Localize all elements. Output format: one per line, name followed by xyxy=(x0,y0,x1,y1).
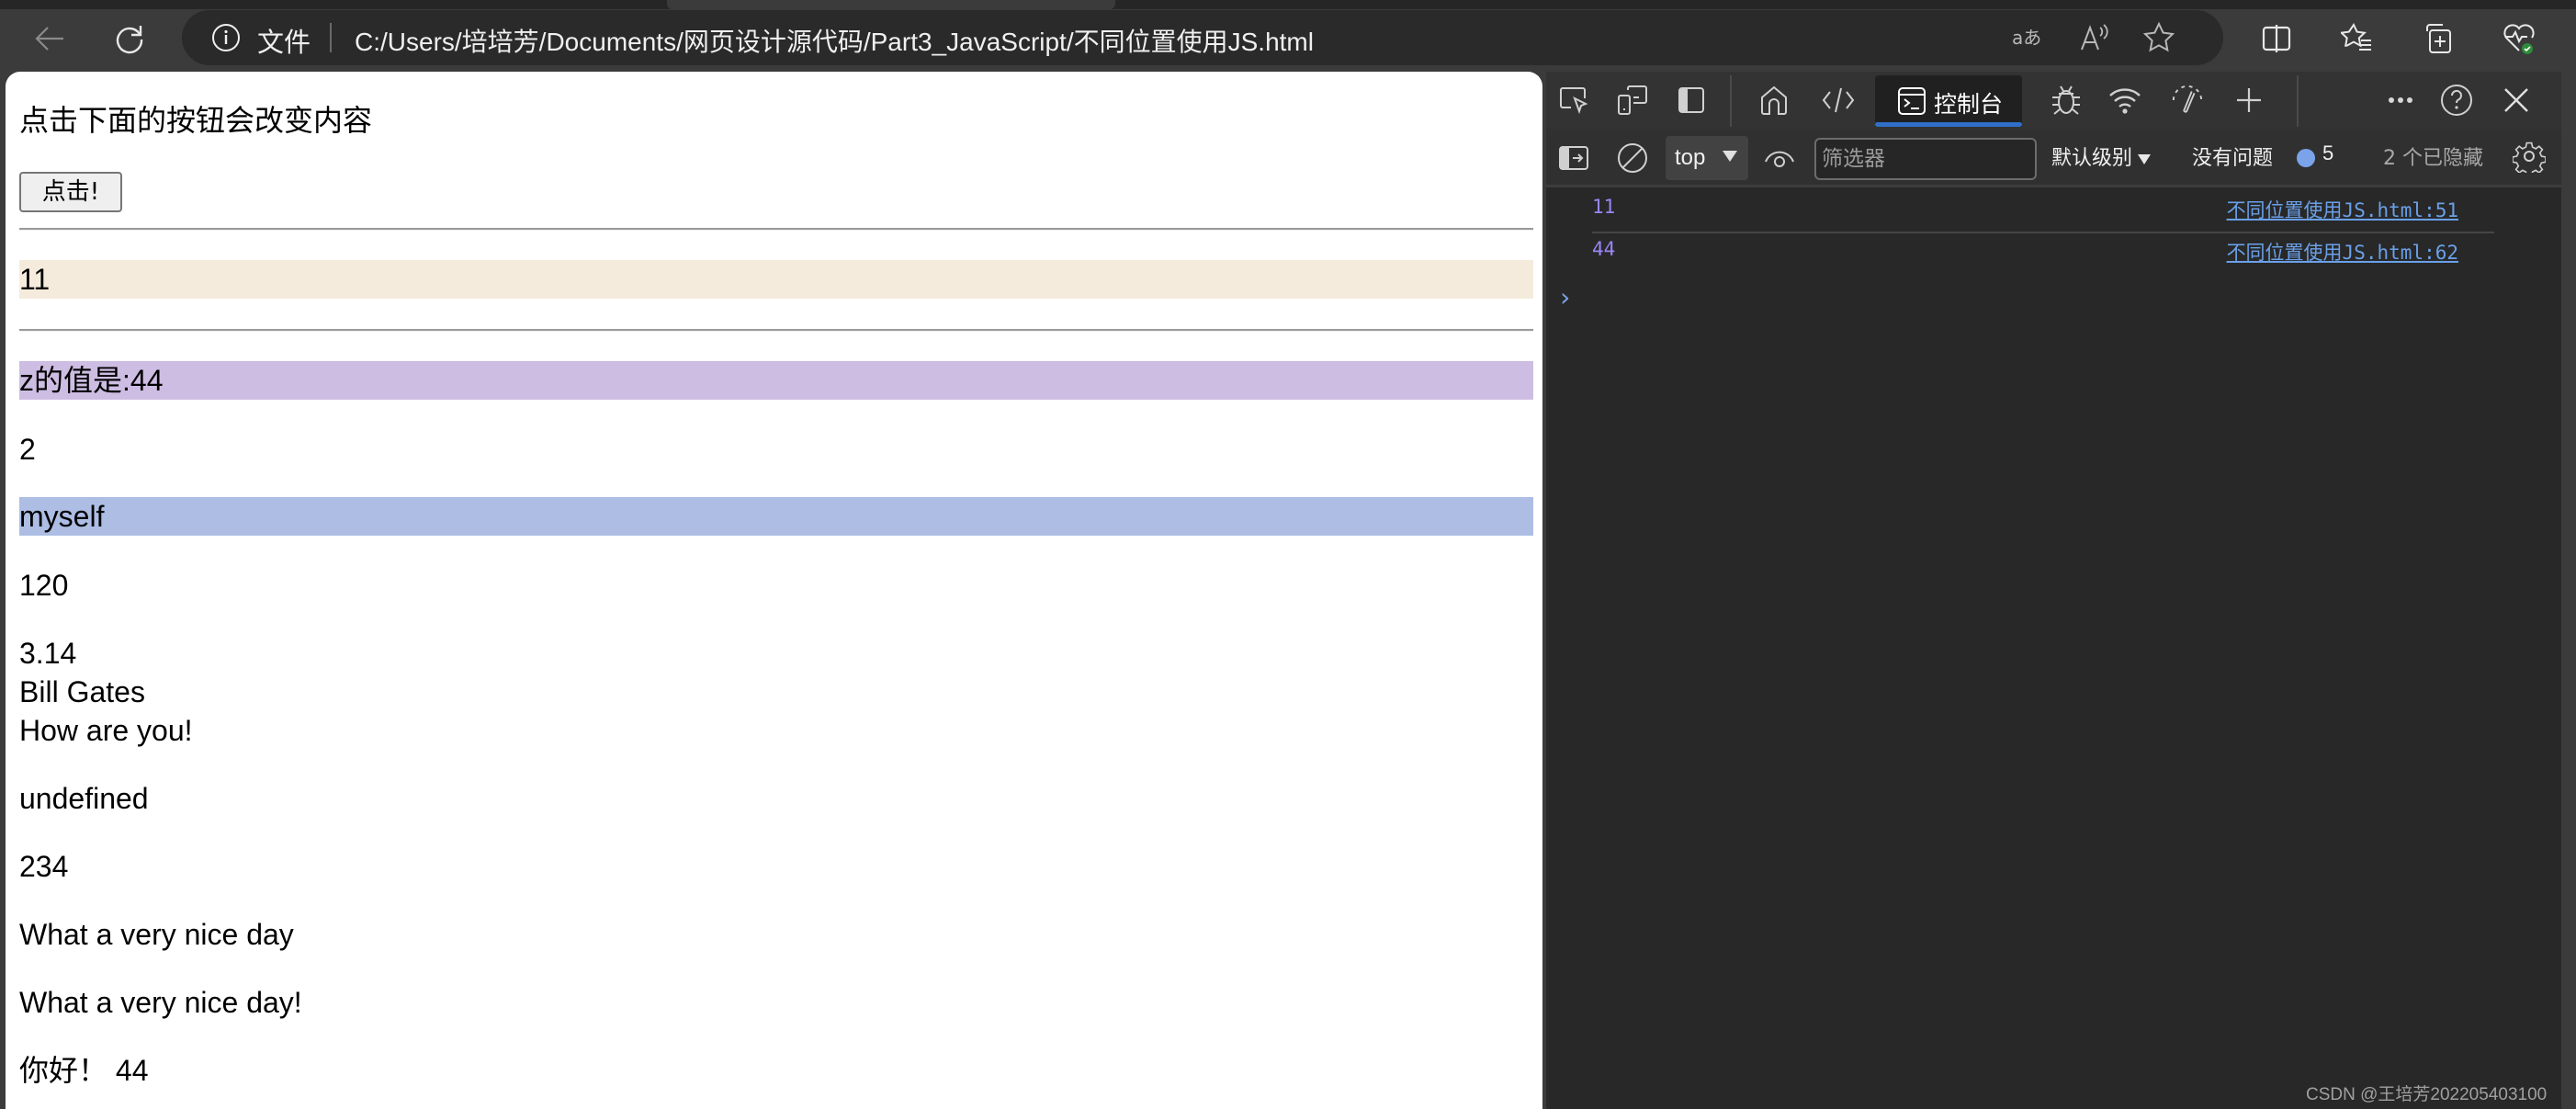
address-separator xyxy=(330,23,332,52)
performance-gauge-icon[interactable] xyxy=(2171,84,2204,117)
network-wifi-icon[interactable] xyxy=(2108,84,2141,117)
issue-count[interactable]: 5 xyxy=(2322,141,2333,165)
intro-text: 点击下面的按钮会改变内容 xyxy=(19,104,373,137)
click-button[interactable]: 点击! xyxy=(19,172,122,212)
x-value-line: 11 xyxy=(19,260,1533,299)
console-toolbar: top 默认级别 没有问题 5 2 个已隐藏 xyxy=(1546,129,2561,187)
active-tab-notch[interactable] xyxy=(667,0,1115,9)
live-expression-eye-icon[interactable] xyxy=(1763,141,1796,175)
log-value: 44 xyxy=(1592,238,1616,260)
horizontal-rule xyxy=(19,228,1533,231)
toolbar-separator xyxy=(2297,75,2299,127)
log-source-link[interactable]: 不同位置使用JS.html:51 xyxy=(2227,196,2458,223)
clear-console-icon[interactable] xyxy=(1616,141,1649,175)
close-icon[interactable] xyxy=(2500,84,2533,117)
elements-code-icon[interactable] xyxy=(1822,84,1855,117)
console-message: 44 不同位置使用JS.html:62 xyxy=(1546,232,2561,273)
myself-line: myself xyxy=(19,497,1533,536)
info-circle-icon[interactable] xyxy=(211,23,241,52)
url-text[interactable]: C:/Users/培培芳/Documents/网页设计源代码/Part3_Jav… xyxy=(355,22,1314,59)
security-label: 文件 xyxy=(257,28,311,58)
tab-console-label: 控制台 xyxy=(1934,91,2004,118)
context-label: top xyxy=(1675,145,1706,170)
log-value: 11 xyxy=(1592,196,1616,218)
refresh-icon xyxy=(114,23,145,54)
sources-bug-icon[interactable] xyxy=(2050,84,2083,117)
active-tab-indicator xyxy=(1875,122,2022,127)
devtools-scrollbar[interactable] xyxy=(2561,72,2576,1109)
text-line-nihao: 你好！ 44 xyxy=(19,1054,149,1087)
more-options-icon[interactable] xyxy=(2384,84,2417,117)
toggle-drawer-icon[interactable] xyxy=(1675,84,1708,117)
hidden-messages-count: 2 个已隐藏 xyxy=(2383,147,2483,170)
text-line-nice-day-excl: What a very nice day! xyxy=(19,986,302,1019)
log-levels-label: 默认级别 xyxy=(2051,147,2133,170)
split-screen-icon[interactable] xyxy=(2256,18,2297,59)
read-aloud-icon[interactable] xyxy=(2078,21,2111,54)
context-selector[interactable]: top xyxy=(1666,136,1748,180)
tab-console[interactable]: 控制台 xyxy=(1875,75,2022,127)
watermark: CSDN @王培芳202205403100 xyxy=(2306,1085,2548,1104)
devtools-panel: 控制台 top 筛选器 默认级别 没有问题 5 2 个已隐藏 11 不同位置使用… xyxy=(1546,72,2561,1109)
translate-icon[interactable]: aあ xyxy=(2012,21,2045,54)
reload-button[interactable] xyxy=(107,17,152,61)
z-value-line: z的值是:44 xyxy=(19,361,1533,400)
browser-essentials-icon[interactable] xyxy=(2499,18,2539,59)
favorites-icon[interactable] xyxy=(2337,18,2378,59)
text-line-234: 234 xyxy=(19,850,69,883)
console-message: 11 不同位置使用JS.html:51 xyxy=(1546,190,2561,231)
log-source-link[interactable]: 不同位置使用JS.html:62 xyxy=(2227,238,2458,266)
toolbar-separator xyxy=(1730,75,1732,127)
welcome-home-icon[interactable] xyxy=(1757,84,1791,117)
console-icon xyxy=(1895,85,1928,118)
devtools-main-toolbar: 控制台 xyxy=(1546,72,2561,129)
text-line-120: 120 xyxy=(19,569,69,602)
prompt-chevron-icon[interactable]: › xyxy=(1557,282,1573,312)
chevron-down-icon xyxy=(1723,151,1737,162)
show-sidebar-icon[interactable] xyxy=(1557,141,1590,175)
horizontal-rule xyxy=(19,329,1533,332)
page-viewport: 点击下面的按钮会改变内容 点击! 11 z的值是:44 2 myself 120… xyxy=(6,72,1542,1109)
device-emulation-icon[interactable] xyxy=(1616,84,1649,117)
back-button[interactable] xyxy=(28,17,72,61)
svg-text:aあ: aあ xyxy=(2012,27,2041,49)
text-line-undefined: undefined xyxy=(19,782,149,815)
message-badge-icon xyxy=(2297,149,2315,167)
text-line-name: Bill Gates xyxy=(19,675,145,708)
text-line-nice-day: What a very nice day xyxy=(19,918,294,951)
text-line-pi: 3.14 xyxy=(19,637,77,670)
favorite-star-icon[interactable] xyxy=(2142,21,2175,54)
filter-input[interactable] xyxy=(1814,138,2037,180)
tab-strip xyxy=(0,0,2576,9)
text-line-2: 2 xyxy=(19,433,36,466)
issues-label[interactable]: 没有问题 xyxy=(2192,141,2273,171)
arrow-left-icon xyxy=(34,25,65,52)
text-line-greeting: How are you! xyxy=(19,714,193,747)
more-tools-plus-icon[interactable] xyxy=(2232,84,2265,117)
inspect-element-icon[interactable] xyxy=(1557,84,1590,117)
settings-gear-icon[interactable] xyxy=(2513,140,2546,173)
help-icon[interactable] xyxy=(2440,84,2473,117)
address-bar[interactable]: 文件 C:/Users/培培芳/Documents/网页设计源代码/Part3_… xyxy=(182,10,2223,65)
chevron-down-icon xyxy=(2138,153,2152,164)
log-levels-dropdown[interactable]: 默认级别 xyxy=(2051,141,2152,171)
collections-icon[interactable] xyxy=(2418,18,2458,59)
